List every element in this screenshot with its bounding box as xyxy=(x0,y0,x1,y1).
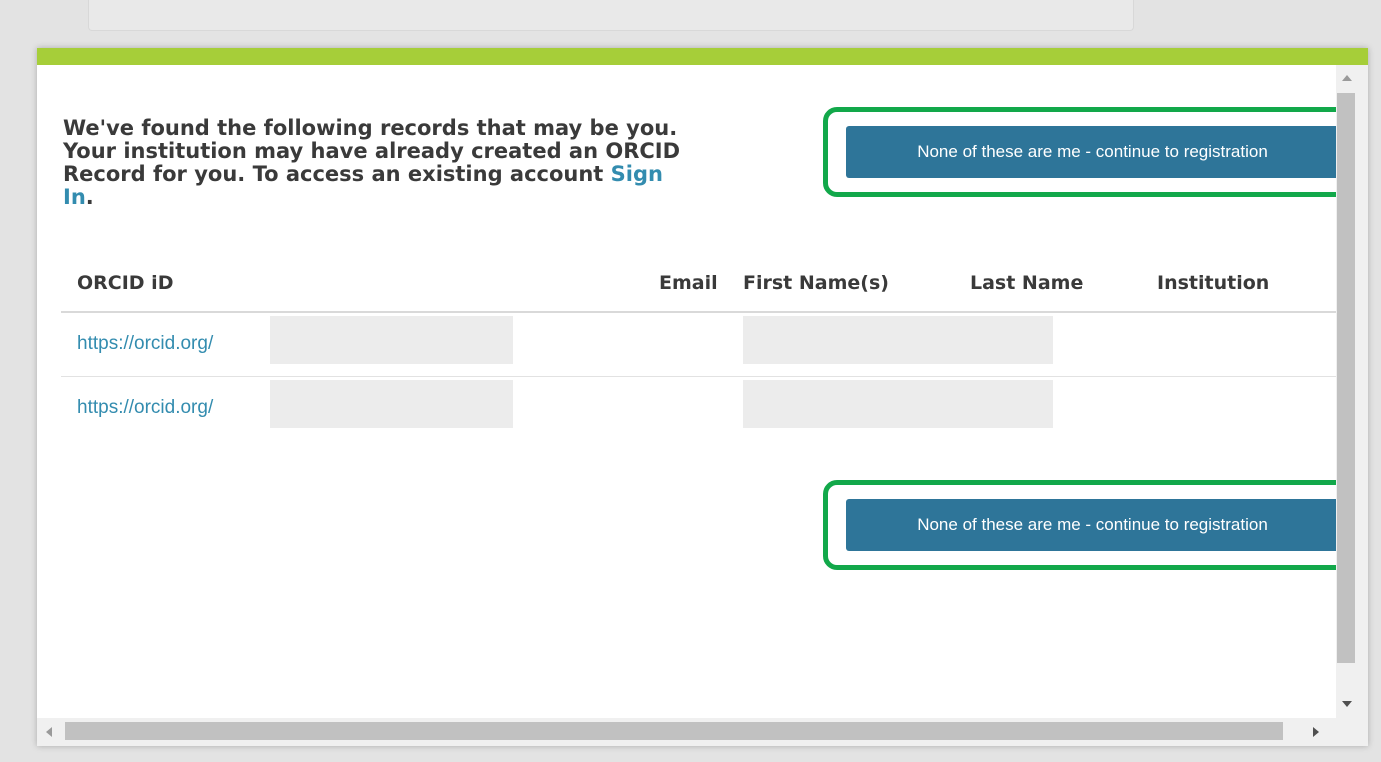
redacted-name xyxy=(743,380,1053,428)
scroll-left-arrow-icon[interactable] xyxy=(46,727,52,737)
column-header-orcid-id: ORCID iD xyxy=(61,255,659,313)
horizontal-scroll-thumb[interactable] xyxy=(65,722,1283,740)
table-row: https://orcid.org/ xyxy=(61,312,1336,377)
redacted-orcid-id xyxy=(270,380,513,428)
intro-trailing: . xyxy=(85,185,94,209)
vertical-scrollbar[interactable] xyxy=(1336,65,1368,718)
orcid-cell: https://orcid.org/ xyxy=(61,312,659,377)
orcid-link[interactable]: https://orcid.org/ xyxy=(77,397,213,419)
modal-accent-bar xyxy=(37,48,1368,65)
redacted-name xyxy=(743,316,1053,364)
continue-registration-button-bottom[interactable]: None of these are me - continue to regis… xyxy=(846,499,1336,551)
background-card xyxy=(88,0,1134,31)
redacted-orcid-id xyxy=(270,316,513,364)
scroll-down-arrow-icon[interactable] xyxy=(1342,701,1352,707)
vertical-scroll-thumb[interactable] xyxy=(1337,93,1355,663)
intro-text: We've found the following records that m… xyxy=(63,116,681,186)
email-cell xyxy=(659,312,743,377)
orcid-link[interactable]: https://orcid.org/ xyxy=(77,333,213,355)
first-name-cell xyxy=(743,312,1053,377)
modal-content: We've found the following records that m… xyxy=(37,65,1336,718)
email-cell xyxy=(659,377,743,441)
institution-cell xyxy=(1157,377,1336,441)
scrollbar-corner xyxy=(1336,718,1368,746)
table-row: https://orcid.org/ xyxy=(61,377,1336,441)
records-table: ORCID iD Email First Name(s) Last Name I… xyxy=(61,255,1336,440)
table-header-row: ORCID iD Email First Name(s) Last Name I… xyxy=(61,255,1336,313)
first-name-cell xyxy=(743,377,1053,441)
column-header-institution: Institution xyxy=(1157,255,1336,313)
column-header-email: Email xyxy=(659,255,743,313)
column-header-last-name: Last Name xyxy=(970,255,1157,313)
scroll-right-arrow-icon[interactable] xyxy=(1313,727,1319,737)
column-header-first-name: First Name(s) xyxy=(743,255,970,313)
scroll-up-arrow-icon[interactable] xyxy=(1342,75,1352,81)
orcid-cell: https://orcid.org/ xyxy=(61,377,659,441)
horizontal-scrollbar[interactable] xyxy=(37,718,1336,746)
intro-message: We've found the following records that m… xyxy=(63,117,683,209)
duplicate-records-modal: We've found the following records that m… xyxy=(37,48,1368,746)
institution-cell xyxy=(1157,312,1336,377)
continue-registration-button-top[interactable]: None of these are me - continue to regis… xyxy=(846,126,1336,178)
